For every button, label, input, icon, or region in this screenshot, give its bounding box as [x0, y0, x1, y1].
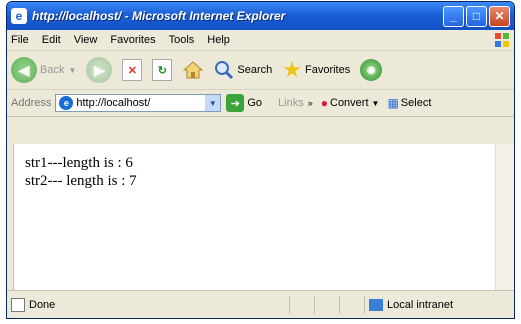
- go-button[interactable]: ➔ Go: [226, 94, 262, 112]
- links-label[interactable]: Links: [278, 97, 304, 109]
- select-button[interactable]: ▦ Select: [387, 96, 431, 110]
- go-arrow-icon: ➔: [226, 94, 245, 112]
- menu-favorites[interactable]: Favorites: [110, 34, 155, 46]
- convert-label: Convert: [330, 97, 369, 109]
- search-label: Search: [237, 64, 273, 76]
- menu-bar: File Edit View Favorites Tools Help: [7, 30, 514, 51]
- menu-file[interactable]: File: [11, 34, 29, 46]
- page-icon: e: [59, 96, 74, 110]
- title-bar[interactable]: e http://localhost/ - Microsoft Internet…: [7, 2, 514, 30]
- minimize-button[interactable]: _: [443, 5, 464, 27]
- convert-button[interactable]: ● Convert ▼: [321, 96, 380, 110]
- back-button[interactable]: ◀ Back ▼: [11, 57, 76, 83]
- page-status-icon: [11, 297, 25, 312]
- window-title: http://localhost/ - Microsoft Internet E…: [32, 9, 286, 23]
- stop-button[interactable]: ✕: [122, 59, 143, 81]
- zone-label: Local intranet: [387, 298, 454, 311]
- refresh-icon: ↻: [152, 59, 173, 81]
- output-line-2: str2--- length is : 7: [25, 173, 137, 189]
- windows-logo-icon: [495, 33, 509, 47]
- favorites-label: Favorites: [304, 64, 351, 76]
- address-input[interactable]: e http://localhost/ ▼: [55, 94, 222, 112]
- convert-dropdown-icon[interactable]: ▼: [372, 99, 380, 108]
- menu-view[interactable]: View: [74, 34, 98, 46]
- go-label: Go: [247, 97, 263, 109]
- media-button[interactable]: ◉: [360, 59, 383, 81]
- refresh-button[interactable]: ↻: [152, 59, 173, 81]
- back-dropdown-icon[interactable]: ▼: [68, 66, 76, 75]
- address-url[interactable]: http://localhost/: [76, 97, 205, 109]
- intranet-icon: [369, 298, 383, 311]
- address-dropdown-icon[interactable]: ▼: [205, 95, 221, 111]
- maximize-button[interactable]: □: [466, 5, 487, 27]
- status-bar: Done Local intranet: [7, 290, 514, 318]
- standard-toolbar: ◀ Back ▼ ▶ ✕ ↻ Search ★ Favorites ◉: [7, 51, 514, 90]
- forward-arrow-icon: ▶: [86, 57, 113, 83]
- ie-icon: e: [11, 8, 27, 24]
- media-icon: ◉: [360, 59, 383, 81]
- back-label: Back: [40, 64, 65, 76]
- output-line-1: str1---length is : 6: [25, 155, 133, 171]
- star-icon: ★: [282, 57, 302, 82]
- close-button[interactable]: ✕: [489, 5, 510, 27]
- menu-edit[interactable]: Edit: [42, 34, 61, 46]
- menu-tools[interactable]: Tools: [169, 34, 195, 46]
- home-button[interactable]: [182, 59, 204, 81]
- vertical-scrollbar[interactable]: [495, 144, 514, 291]
- menu-help[interactable]: Help: [207, 34, 230, 46]
- page-content: str1---length is : 6 str2--- length is :…: [13, 144, 497, 291]
- home-icon: [183, 61, 204, 79]
- address-label: Address: [11, 97, 52, 109]
- back-arrow-icon: ◀: [11, 57, 37, 83]
- links-chevron-icon[interactable]: »: [308, 98, 313, 108]
- browser-window: e http://localhost/ - Microsoft Internet…: [6, 1, 515, 319]
- stop-icon: ✕: [122, 59, 143, 81]
- favorites-button[interactable]: ★ Favorites: [282, 59, 350, 81]
- convert-icon: ●: [320, 96, 328, 110]
- select-icon: ▦: [387, 96, 399, 110]
- select-label: Select: [400, 97, 432, 109]
- search-button[interactable]: Search: [214, 60, 272, 80]
- forward-button[interactable]: ▶: [86, 57, 113, 83]
- status-text: Done: [29, 298, 56, 311]
- search-icon: [215, 61, 234, 80]
- security-zone: Local intranet: [364, 295, 514, 314]
- address-bar: Address e http://localhost/ ▼ ➔ Go Links…: [7, 90, 514, 117]
